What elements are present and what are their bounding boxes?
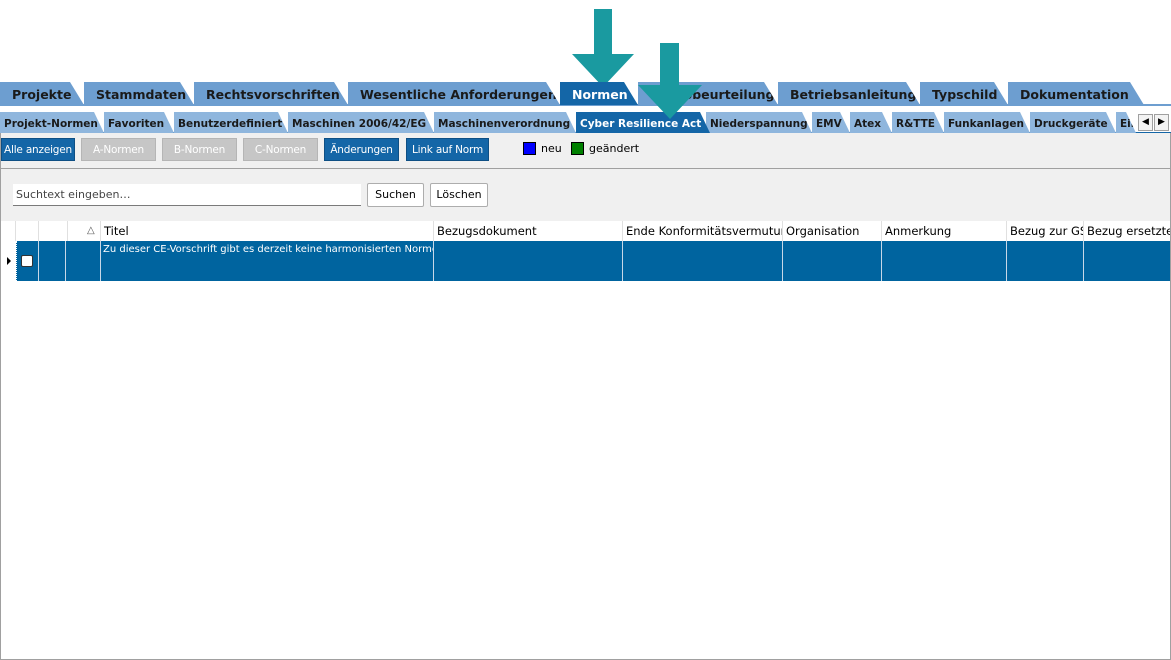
scroll-right-icon[interactable]: ▶ (1154, 114, 1169, 131)
legend-changed-label: geändert (589, 142, 640, 155)
tab-rechtsvorschriften[interactable]: Rechtsvorschriften (194, 82, 348, 105)
legend-new-swatch (523, 142, 536, 155)
subtab-maschinenverordnung[interactable]: Maschinenverordnung (434, 112, 576, 133)
row-bezug-gsg-cell (1007, 241, 1084, 281)
row-bezugsdokument-cell (434, 241, 623, 281)
annotation-arrow-down-icon-2 (638, 43, 702, 119)
subtab-atex[interactable]: Atex (850, 112, 892, 133)
subtab-projekt-normen[interactable]: Projekt-Normen (0, 112, 104, 133)
tab-dokumentation[interactable]: Dokumentation (1008, 82, 1144, 105)
legend-new-label: neu (541, 142, 562, 155)
header-indicator (1, 221, 16, 241)
subtab-niederspannung[interactable]: Niederspannung (706, 112, 812, 133)
c-norms-button[interactable]: C-Normen (243, 138, 318, 161)
subtab-r-tte[interactable]: R&TTE (892, 112, 944, 133)
header-bezugsdokument[interactable]: Bezugsdokument (434, 221, 623, 241)
changes-button[interactable]: Änderungen (324, 138, 399, 161)
header-bezug-ersetzte-norm[interactable]: Bezug ersetzte Norm (1084, 221, 1170, 241)
clear-button[interactable]: Löschen (430, 183, 488, 207)
tab-wesentliche-anforderungen[interactable]: Wesentliche Anforderungen (348, 82, 560, 105)
subtab-funkanlagen[interactable]: Funkanlagen (944, 112, 1030, 133)
search-input[interactable] (13, 184, 361, 206)
tab-projekte[interactable]: Projekte (0, 82, 84, 105)
row-organisation-cell (783, 241, 882, 281)
row-anmerkung-cell (882, 241, 1007, 281)
header-anmerkung[interactable]: Anmerkung (882, 221, 1007, 241)
tab-normen[interactable]: Normen (560, 82, 638, 105)
grid-header: Nr △ Titel Bezugsdokument Ende Konformit… (1, 221, 1170, 241)
sub-tab-strip: Projekt-Normen Favoriten Benutzerdefinie… (0, 112, 1171, 134)
tab-typschild[interactable]: Typschild (920, 82, 1008, 105)
header-bezug-gsg[interactable]: Bezug zur GSG (1007, 221, 1084, 241)
legend-changed-swatch (571, 142, 584, 155)
header-organisation[interactable]: Organisation (783, 221, 882, 241)
main-tab-strip: Projekte Stammdaten Rechtsvorschriften W… (0, 82, 1171, 106)
subtab-benutzerdefiniert[interactable]: Benutzerdefiniert (174, 112, 288, 133)
table-row[interactable]: Zu dieser CE-Vorschrift gibt es derzeit … (1, 241, 1170, 281)
subtab-ein-truncated[interactable]: Ein (1116, 112, 1136, 133)
link-to-norm-button[interactable]: Link auf Norm (406, 138, 489, 161)
row-bezug-ersetzte-cell (1084, 241, 1170, 281)
b-norms-button[interactable]: B-Normen (162, 138, 237, 161)
header-nr-sort[interactable]: △ (66, 221, 101, 241)
subtab-emv[interactable]: EMV (812, 112, 850, 133)
tab-betriebsanleitung[interactable]: Betriebsanleitung (778, 82, 920, 105)
scroll-left-icon[interactable]: ◀ (1138, 114, 1153, 131)
header-titel[interactable]: Titel (101, 221, 434, 241)
show-all-button[interactable]: Alle anzeigen (1, 138, 75, 161)
search-area: Suchen Löschen (1, 169, 1170, 221)
a-norms-button[interactable]: A-Normen (81, 138, 156, 161)
subtab-druckgeraete[interactable]: Druckgeräte (1030, 112, 1116, 133)
subtab-maschinen-2006-42-eg[interactable]: Maschinen 2006/42/EG (288, 112, 434, 133)
sort-ascending-icon: △ (87, 225, 95, 236)
header-ende-konformitaetsvermutung[interactable]: Ende Konformitätsvermutung (623, 221, 783, 241)
norms-panel: Suchen Löschen Nr △ Titel Bezugsdokument… (0, 168, 1171, 660)
row-checkbox[interactable] (21, 255, 33, 267)
row-nr-cell (39, 241, 66, 281)
subtab-favoriten[interactable]: Favoriten (104, 112, 174, 133)
annotation-arrow-down-icon (572, 9, 634, 87)
header-checkbox (16, 221, 39, 241)
row-titel-cell: Zu dieser CE-Vorschrift gibt es derzeit … (101, 241, 434, 281)
filter-toolbar: Alle anzeigen A-Normen B-Normen C-Normen… (0, 133, 1171, 168)
tab-stammdaten[interactable]: Stammdaten (84, 82, 194, 105)
search-button[interactable]: Suchen (367, 183, 424, 207)
row-indicator (1, 241, 16, 281)
row-sort-cell (66, 241, 101, 281)
header-nr[interactable]: Nr (39, 221, 68, 241)
row-ende-cell (623, 241, 783, 281)
current-row-icon (7, 257, 11, 265)
